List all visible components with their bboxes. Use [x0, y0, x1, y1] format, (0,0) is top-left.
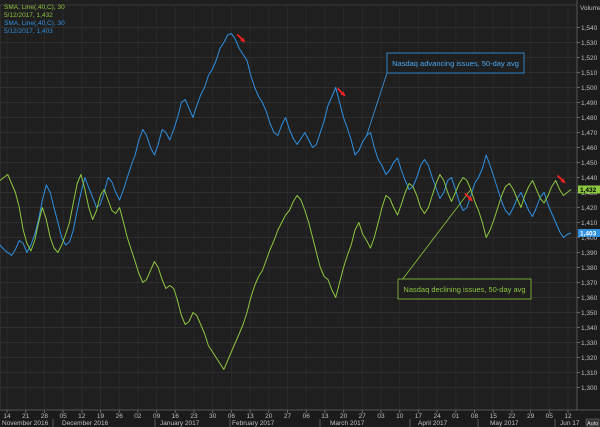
x-tick-label: 06 [303, 413, 311, 420]
last-value-advancing: 1,403 [580, 231, 597, 238]
y-tick-label: 1,420 [581, 205, 598, 212]
x-month-label: November 2016 [2, 420, 49, 427]
x-tick-label: 15 [490, 413, 498, 420]
y-tick-label: 1,340 [581, 325, 598, 332]
x-tick-label: 10 [396, 413, 404, 420]
y-tick-label: 1,510 [581, 70, 598, 77]
x-month-label: February 2017 [232, 420, 275, 427]
x-tick-label: 13 [321, 413, 329, 420]
x-tick-label: 23 [190, 413, 198, 420]
y-tick-label: 1,380 [581, 265, 598, 272]
x-tick-label: 29 [527, 413, 535, 420]
y-tick-label: 1,350 [581, 310, 598, 317]
callout-label-declining: Nasdaq declining issues, 50-day avg [403, 285, 525, 294]
x-tick-label: 28 [41, 413, 49, 420]
y-tick-label: 1,300 [581, 385, 598, 392]
x-tick-label: 17 [415, 413, 423, 420]
legend-entry: 5/12/2017, 1,432 [4, 12, 53, 19]
x-tick-label: 12 [78, 413, 86, 420]
y-tick-label: 1,540 [581, 25, 598, 32]
x-axis: 14 21 28 05 12 19 26 02 09 16 23 30 06 13 20 27 06 13 20 27… [0, 409, 600, 427]
y-axis-panel [577, 0, 600, 427]
x-tick-label: 20 [265, 413, 273, 420]
y-tick-label: 1,410 [581, 220, 598, 227]
x-tick-label: 20 [340, 413, 348, 420]
x-month-label: December 2016 [62, 420, 109, 427]
callout-label-advancing: Nasdaq advancing issues, 50-day avg [392, 59, 519, 68]
x-tick-label: 02 [134, 413, 142, 420]
x-tick-label: 27 [359, 413, 367, 420]
x-month-label: Jun 17 [560, 420, 580, 427]
chart: Nasdaq advancing issues, 50-day avg Nasda… [0, 0, 600, 427]
x-tick-label: 01 [452, 413, 460, 420]
y-tick-label: 1,370 [581, 280, 598, 287]
y-axis-label: Volume [580, 5, 600, 12]
last-value-declining: 1,432 [580, 187, 597, 194]
x-tick-label: 16 [172, 413, 180, 420]
x-tick-label: 05 [546, 413, 554, 420]
x-month-label: May 2017 [490, 420, 519, 427]
y-tick-label: 1,490 [581, 100, 598, 107]
y-tick-label: 1,460 [581, 145, 598, 152]
x-tick-label: 08 [471, 413, 479, 420]
x-tick-label: 21 [22, 413, 30, 420]
x-month-label: March 2017 [330, 420, 365, 427]
y-tick-label: 1,330 [581, 340, 598, 347]
x-month-label: January 2017 [160, 420, 200, 427]
y-tick-label: 1,360 [581, 295, 598, 302]
y-tick-label: 1,480 [581, 115, 598, 122]
auto-button-label: Auto [587, 421, 598, 427]
x-tick-label: 22 [508, 413, 516, 420]
y-tick-label: 1,440 [581, 175, 598, 182]
y-axis: 1,300 1,310 1,320 1,330 1,340 1,350 1,360 1,370… [576, 0, 600, 427]
legend-entry: SMA, Line(,40,C), 30 [4, 20, 65, 27]
x-tick-label: 24 [433, 413, 441, 420]
x-tick-label: 06 [228, 413, 236, 420]
y-tick-label: 1,390 [581, 250, 598, 257]
x-tick-label: 27 [284, 413, 292, 420]
legend-entry: SMA, Line(,40,C), 30 [4, 4, 65, 11]
x-tick-label: 30 [209, 413, 217, 420]
y-tick-label: 1,310 [581, 370, 598, 377]
y-tick-label: 1,500 [581, 85, 598, 92]
x-tick-label: 14 [3, 413, 11, 420]
y-tick-label: 1,470 [581, 130, 598, 137]
x-tick-label: 19 [97, 413, 105, 420]
x-tick-label: 03 [377, 413, 385, 420]
y-tick-label: 1,320 [581, 355, 598, 362]
legend-entry: 5/12/2017, 1,403 [4, 28, 53, 35]
x-tick-label: 12 [564, 413, 572, 420]
y-tick-label: 1,520 [581, 55, 598, 62]
x-tick-label: 26 [116, 413, 124, 420]
y-tick-label: 1,530 [581, 40, 598, 47]
x-tick-label: 05 [59, 413, 67, 420]
y-tick-label: 1,450 [581, 160, 598, 167]
x-month-label: April 2017 [418, 420, 448, 427]
x-tick-label: 09 [153, 413, 161, 420]
x-tick-label: 13 [246, 413, 254, 420]
